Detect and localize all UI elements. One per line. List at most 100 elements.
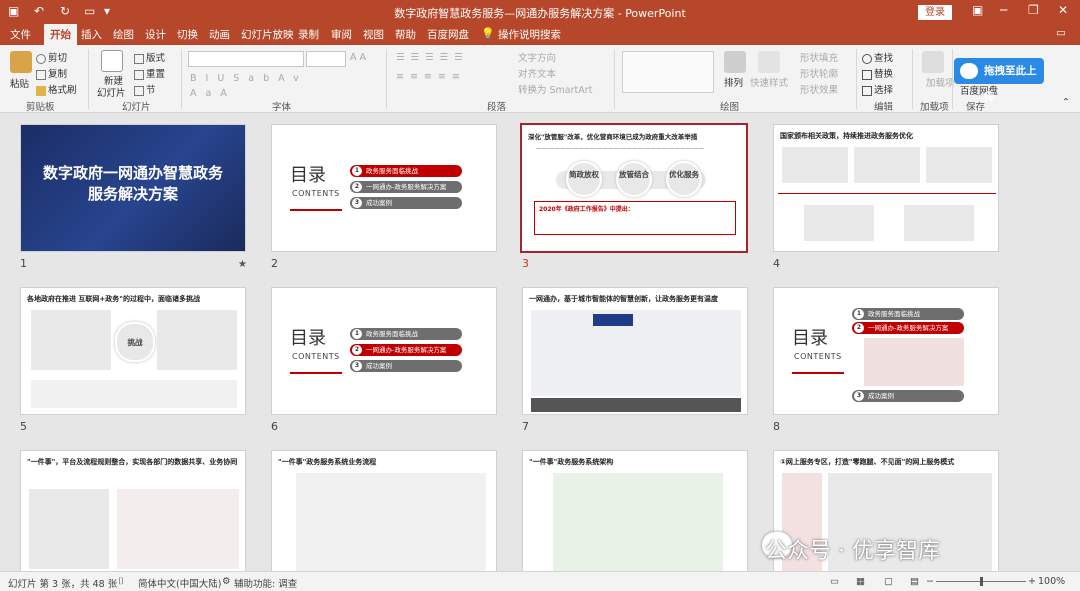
customize-toolbar-icon[interactable]: ▾ [104, 4, 110, 18]
list-buttons[interactable]: ☰☰☰☰☰ [396, 52, 469, 63]
spelling-icon[interactable]: ⌷ [118, 576, 124, 587]
quick-styles-button[interactable]: 快速样式 [750, 75, 788, 89]
tab-transitions[interactable]: 切换 [177, 27, 198, 42]
close-icon[interactable]: ✕ [1058, 3, 1068, 17]
slide-thumbnail-9[interactable]: "一件事"，平台及流程规则整合，实现各部门的数据共享、业务协同 [20, 450, 246, 571]
challenge-list [157, 310, 237, 370]
ribbon: 粘贴 剪切 复制 格式刷 剪贴板 新建 幻灯片 版式 重置 节 幻灯片 A A … [0, 45, 1080, 113]
grow-font-icon[interactable]: A A [350, 52, 366, 63]
arrange-icon[interactable] [724, 51, 746, 73]
new-slide-icon[interactable] [101, 50, 123, 72]
tab-insert[interactable]: 插入 [81, 27, 102, 42]
section-button[interactable]: 节 [134, 82, 156, 96]
slide-thumbnail-7[interactable]: 一网通办，基于城市智能体的智慧创新，让政务服务更有温度 [522, 287, 748, 415]
architecture-diagram [531, 310, 741, 396]
tab-baidu[interactable]: 百度网盘 [427, 27, 469, 42]
tab-home[interactable]: 开始 [44, 24, 77, 45]
slide-thumbnail-11[interactable]: "一件事"政务服务系统架构 [522, 450, 748, 571]
quick-styles-icon[interactable] [758, 51, 780, 73]
font-name-combo[interactable] [188, 51, 304, 67]
select-label: 选择 [874, 85, 894, 96]
tab-review[interactable]: 审阅 [331, 27, 352, 42]
accessibility-status[interactable]: 辅助功能: 调查 [234, 576, 297, 590]
slide-thumbnail-4[interactable]: 国家颁布相关政策，持续推进政务服务优化 [773, 124, 999, 252]
minimize-icon[interactable]: ─ [1000, 3, 1007, 17]
shapes-gallery[interactable] [622, 51, 714, 93]
tab-draw[interactable]: 绘图 [113, 27, 134, 42]
tab-file[interactable]: 文件 [10, 27, 31, 42]
toc-title: 目录 [792, 328, 828, 349]
find-button[interactable]: 查找 [862, 50, 893, 64]
slide-thumbnail-10[interactable]: "一件事"政务服务系统业务流程 [271, 450, 497, 571]
tab-record[interactable]: 录制 [298, 27, 319, 42]
zoom-out-icon[interactable]: − [926, 576, 934, 587]
normal-view-icon[interactable]: ▭ [830, 576, 839, 587]
login-button[interactable]: 登录 [918, 5, 952, 20]
zoom-slider-thumb[interactable] [980, 577, 983, 586]
ribbon-display-icon[interactable]: ▣ [972, 3, 983, 17]
new-slide-dropdown[interactable]: 幻灯片 [97, 85, 126, 99]
comments-icon[interactable]: ▭ [1056, 27, 1066, 39]
slide-thumbnail-8[interactable]: 目录 CONTENTS 1 政务服务面临挑战 2 一网通办-政务服务解决方案 3 成功… [773, 287, 999, 415]
zoom-level[interactable]: 100% [1038, 576, 1065, 587]
align-text-button[interactable]: 对齐文本 [518, 66, 556, 80]
select-icon [862, 85, 872, 96]
upload-button[interactable]: 拖拽至此上传 [954, 58, 1044, 103]
shape-effects-button[interactable]: 形状效果 [800, 82, 838, 96]
select-button[interactable]: 选择 [862, 82, 893, 96]
slide-thumbnail-6[interactable]: 目录 CONTENTS 1 政务服务面临挑战 2 一网通办-政务服务解决方案 3 成功… [271, 287, 497, 415]
slide-thumbnail-5[interactable]: 各地政府在推进 互联网+政务"的过程中，面临诸多挑战 挑战 [20, 287, 246, 415]
divider [614, 49, 615, 109]
restore-icon[interactable]: ❐ [1028, 3, 1039, 17]
group-drawing: 绘图 [720, 102, 740, 113]
reset-button[interactable]: 重置 [134, 66, 165, 80]
font-effect-buttons[interactable]: AaA [190, 88, 236, 99]
slide-title: ①网上服务专区，打造"零跑腿、不见面"的网上服务模式 [780, 458, 955, 466]
slide-title: 数字政府一网通办智慧政务服务解决方案 [42, 164, 223, 203]
format-painter-button[interactable]: 格式刷 [36, 82, 77, 96]
addins-button[interactable]: 加载项 [926, 75, 955, 89]
slide-thumbnail-1[interactable]: 数字政府一网通办智慧政务服务解决方案 [20, 124, 246, 252]
tell-me-search[interactable]: 操作说明搜索 [498, 27, 561, 42]
slide-title: "一件事"，平台及流程规则整合，实现各部门的数据共享、业务协同 [27, 458, 238, 466]
tab-view[interactable]: 视图 [363, 27, 384, 42]
text-direction-button[interactable]: 文字方向 [518, 50, 556, 64]
reset-icon [134, 69, 144, 80]
font-style-buttons[interactable]: BIUSabAv [190, 73, 308, 84]
font-size-combo[interactable] [306, 51, 346, 67]
undo-icon[interactable]: ↶ [34, 4, 44, 18]
slideshow-start-icon[interactable]: ▭ [84, 4, 95, 18]
replace-button[interactable]: 替换 [862, 66, 893, 80]
tab-animations[interactable]: 动画 [209, 27, 230, 42]
smartart-button[interactable]: 转换为 SmartArt [518, 82, 592, 96]
tab-slideshow[interactable]: 幻灯片放映 [241, 27, 294, 42]
paste-button[interactable]: 粘贴 [10, 76, 29, 90]
tab-help[interactable]: 帮助 [395, 27, 416, 42]
screen-image [593, 314, 633, 326]
divider [386, 49, 387, 109]
toc-item: 1 政务服务面临挑战 [350, 328, 462, 340]
paste-icon[interactable] [10, 51, 32, 73]
save-icon[interactable]: ▣ [8, 4, 19, 18]
slideshow-view-icon[interactable]: ▤ [910, 576, 919, 587]
addins-icon[interactable] [922, 51, 944, 73]
redo-icon[interactable]: ↻ [60, 4, 70, 18]
cut-button[interactable]: 剪切 [36, 50, 67, 64]
powerpoint-window: ▣ ↶ ↻ ▭ ▾ 数字政府智慧政务服务—网通办服务解决方案 - PowerPo… [0, 0, 1080, 591]
arrange-button[interactable]: 排列 [724, 75, 743, 89]
language-status[interactable]: 简体中文(中国大陆) [138, 576, 221, 590]
slide-thumbnail-3[interactable]: 深化"放管服"改革，优化营商环境已成为政府重大改革举措 ————————————… [520, 123, 748, 253]
window-title: 数字政府智慧政务服务—网通办服务解决方案 - PowerPoint [394, 7, 686, 20]
shape-fill-button[interactable]: 形状填充 [800, 50, 838, 64]
slide-thumbnail-2[interactable]: 目录 CONTENTS 1 政务服务面临挑战 2 一网通办-政务服务解决方案 3 成功… [271, 124, 497, 252]
shape-outline-button[interactable]: 形状轮廓 [800, 66, 838, 80]
tab-design[interactable]: 设计 [145, 27, 166, 42]
layout-button[interactable]: 版式 [134, 50, 165, 64]
copy-button[interactable]: 复制 [36, 66, 67, 80]
zoom-in-icon[interactable]: + [1028, 576, 1036, 587]
align-buttons[interactable]: ≡≡≡≡≡ [396, 71, 466, 82]
toc-item-label: 成功案例 [366, 362, 392, 370]
collapse-ribbon-icon[interactable]: ⌃ [1062, 97, 1070, 108]
reading-view-icon[interactable]: ▢ [884, 576, 893, 587]
slide-sorter-view-icon[interactable]: ▦ [856, 576, 865, 587]
